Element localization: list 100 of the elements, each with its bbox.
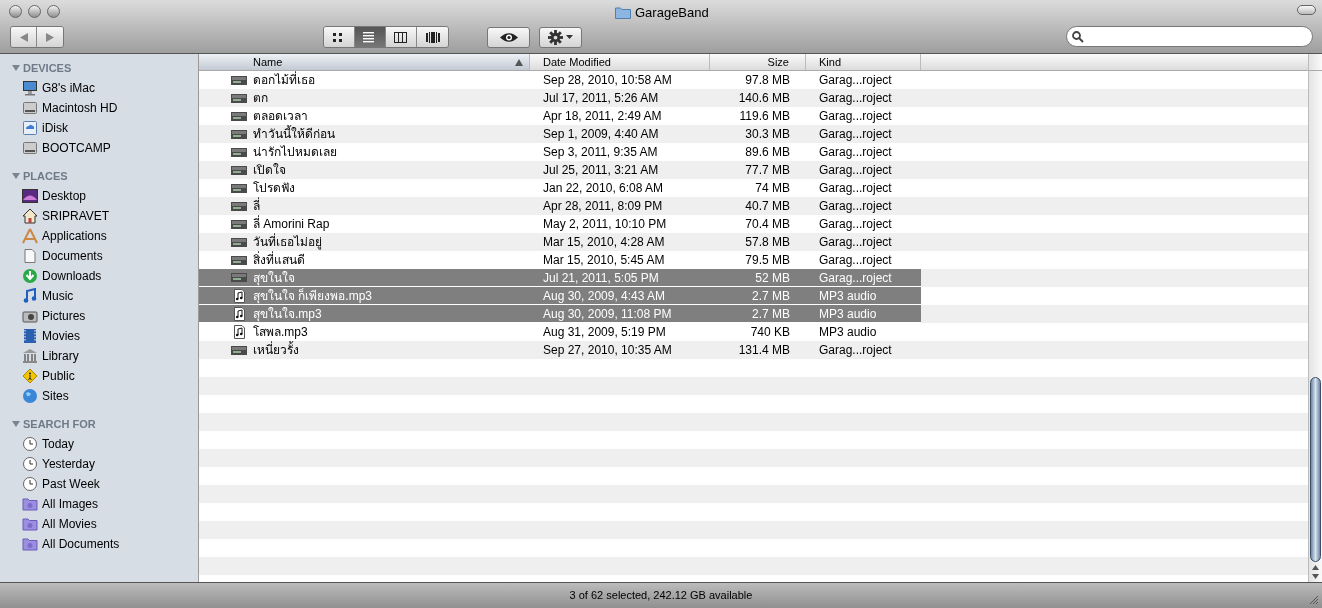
file-size: 119.6 MB bbox=[739, 108, 790, 125]
file-kind: Garag...roject bbox=[819, 342, 892, 359]
globe-icon bbox=[22, 388, 38, 404]
project-file-icon bbox=[231, 110, 247, 122]
project-file-icon bbox=[231, 236, 247, 248]
sidebar-item[interactable]: Pictures bbox=[0, 306, 198, 326]
disclosure-triangle-icon[interactable] bbox=[12, 420, 20, 428]
file-name: เหนี่ยวรั้ง bbox=[253, 341, 299, 359]
folder-icon bbox=[615, 6, 631, 20]
monitor-icon bbox=[22, 80, 38, 96]
date-modified: Sep 1, 2009, 4:40 AM bbox=[543, 126, 659, 143]
project-file-icon bbox=[231, 164, 247, 176]
cover-flow-icon bbox=[425, 31, 440, 43]
view-button[interactable] bbox=[386, 27, 417, 47]
file-row[interactable]: สุขในใจ.mp3 Aug 30, 2009, 11:08 PM 2.7 MB MP3 audio bbox=[199, 305, 921, 323]
back-button[interactable] bbox=[11, 27, 37, 47]
file-kind: Garag...roject bbox=[819, 108, 892, 125]
scroll-thumb[interactable] bbox=[1310, 377, 1321, 562]
sidebar-item[interactable]: Today bbox=[0, 434, 198, 454]
zoom-button[interactable] bbox=[47, 4, 60, 18]
sidebar-item[interactable]: Movies bbox=[0, 326, 198, 346]
quick-look-button[interactable] bbox=[487, 26, 530, 48]
sidebar-item[interactable]: Macintosh HD bbox=[0, 98, 198, 118]
action-menu-button[interactable] bbox=[539, 26, 582, 48]
project-file-icon bbox=[231, 92, 247, 104]
gear-folder-icon bbox=[22, 536, 38, 552]
sidebar-item[interactable]: Yesterday bbox=[0, 454, 198, 474]
project-file-icon bbox=[231, 200, 247, 212]
gear-folder-icon bbox=[22, 516, 38, 532]
date-modified: Mar 15, 2010, 4:28 AM bbox=[543, 234, 665, 251]
file-size: 74 MB bbox=[755, 180, 790, 197]
hard-drive-icon bbox=[22, 140, 38, 156]
view-button[interactable] bbox=[417, 27, 448, 47]
sidebar-item[interactable]: SRIPRAVET bbox=[0, 206, 198, 226]
date-modified: Mar 15, 2010, 5:45 AM bbox=[543, 252, 665, 269]
scroll-down-arrow-icon[interactable] bbox=[1312, 574, 1319, 579]
file-size: 97.8 MB bbox=[745, 72, 790, 89]
clock-icon bbox=[22, 436, 38, 452]
forward-button[interactable] bbox=[37, 27, 63, 47]
house-icon bbox=[22, 208, 38, 224]
file-name: วันที่เธอไม่อยู่ bbox=[253, 233, 322, 251]
file-row[interactable]: สิ่งที่แสนดี Mar 15, 2010, 5:45 AM 79.5 MB Garag...roject bbox=[199, 251, 921, 269]
view-button[interactable] bbox=[324, 27, 355, 47]
file-size: 79.5 MB bbox=[745, 252, 790, 269]
file-size: 2.7 MB bbox=[752, 305, 790, 323]
file-name: ลี่ Amorini Rap bbox=[253, 215, 330, 233]
file-row[interactable]: ตลอดเวลา Apr 18, 2011, 2:49 AM 119.6 MB Garag...roject bbox=[199, 107, 921, 125]
sidebar-item[interactable]: All Documents bbox=[0, 534, 198, 554]
disclosure-triangle-icon[interactable] bbox=[12, 172, 20, 180]
sidebar-item[interactable]: All Images bbox=[0, 494, 198, 514]
resize-grip-icon[interactable] bbox=[1309, 595, 1319, 605]
file-size: 2.7 MB bbox=[752, 287, 790, 305]
sidebar-item[interactable]: Public bbox=[0, 366, 198, 386]
sidebar-item[interactable]: Library bbox=[0, 346, 198, 366]
file-size: 52 MB bbox=[755, 269, 790, 287]
sidebar-item[interactable]: Music bbox=[0, 286, 198, 306]
film-strip-icon bbox=[22, 328, 38, 344]
sidebar-item[interactable]: Desktop bbox=[0, 186, 198, 206]
column-header[interactable]: Name bbox=[199, 54, 530, 70]
column-header[interactable]: Date Modified bbox=[530, 54, 710, 70]
sidebar-item[interactable]: Past Week bbox=[0, 474, 198, 494]
file-row[interactable]: ดอกไม้ที่เธอ Sep 28, 2010, 10:58 AM 97.8 MB Garag...roject bbox=[199, 71, 921, 89]
file-size: 40.7 MB bbox=[745, 198, 790, 215]
sidebar-item[interactable]: Sites bbox=[0, 386, 198, 406]
column-header[interactable]: Kind bbox=[806, 54, 921, 70]
file-row[interactable]: โสพล.mp3 Aug 31, 2009, 5:19 PM 740 KB MP3 audio bbox=[199, 323, 921, 341]
scroll-up-arrow-icon[interactable] bbox=[1312, 565, 1319, 570]
section-header: SEARCH FOR bbox=[23, 416, 96, 432]
date-modified: Sep 3, 2011, 9:35 AM bbox=[543, 144, 658, 161]
sidebar-item[interactable]: All Movies bbox=[0, 514, 198, 534]
file-row[interactable]: โปรดฟัง Jan 22, 2010, 6:08 AM 74 MB Garag...roject bbox=[199, 179, 921, 197]
minimize-button[interactable] bbox=[28, 4, 41, 18]
file-kind: MP3 audio bbox=[819, 287, 877, 305]
close-button[interactable] bbox=[9, 4, 22, 18]
right-arrow-icon bbox=[46, 32, 54, 42]
clock-icon bbox=[22, 476, 38, 492]
project-file-icon bbox=[231, 272, 247, 283]
search-icon bbox=[1072, 30, 1084, 43]
sidebar-item[interactable]: iDisk bbox=[0, 118, 198, 138]
sidebar-item[interactable]: Downloads bbox=[0, 266, 198, 286]
sidebar-item[interactable]: BOOTCAMP bbox=[0, 138, 198, 158]
scrollbar[interactable] bbox=[1308, 54, 1322, 582]
toolbar-toggle-button[interactable] bbox=[1297, 5, 1316, 15]
file-size: 77.7 MB bbox=[745, 162, 790, 179]
sidebar-item[interactable]: Applications bbox=[0, 226, 198, 246]
disclosure-triangle-icon[interactable] bbox=[12, 64, 20, 72]
date-modified: Aug 30, 2009, 11:08 PM bbox=[543, 305, 672, 323]
file-row[interactable]: สุขในใจ Jul 21, 2011, 5:05 PM 52 MB Garag...roject bbox=[199, 269, 921, 287]
view-mode-control[interactable] bbox=[323, 26, 449, 48]
music-file-icon bbox=[233, 306, 245, 321]
date-modified: Aug 30, 2009, 4:43 AM bbox=[543, 287, 666, 305]
file-row[interactable]: น่ารักไปหมดเลย Sep 3, 2011, 9:35 AM 89.6 MB Garag...roject bbox=[199, 143, 921, 161]
sidebar-item[interactable]: Documents bbox=[0, 246, 198, 266]
file-row[interactable]: ลี่ Amorini Rap May 2, 2011, 10:10 PM 70.4 MB Garag...roject bbox=[199, 215, 921, 233]
sidebar-item[interactable]: G8's iMac bbox=[0, 78, 198, 98]
file-row[interactable]: สุขในใจ ก็เพียงพอ.mp3 Aug 30, 2009, 4:43 AM 2.7 MB MP3 audio bbox=[199, 287, 921, 305]
view-button[interactable] bbox=[355, 27, 386, 47]
section-header: DEVICES bbox=[23, 60, 72, 76]
column-header[interactable]: Size bbox=[710, 54, 806, 70]
search-field[interactable] bbox=[1066, 26, 1313, 47]
